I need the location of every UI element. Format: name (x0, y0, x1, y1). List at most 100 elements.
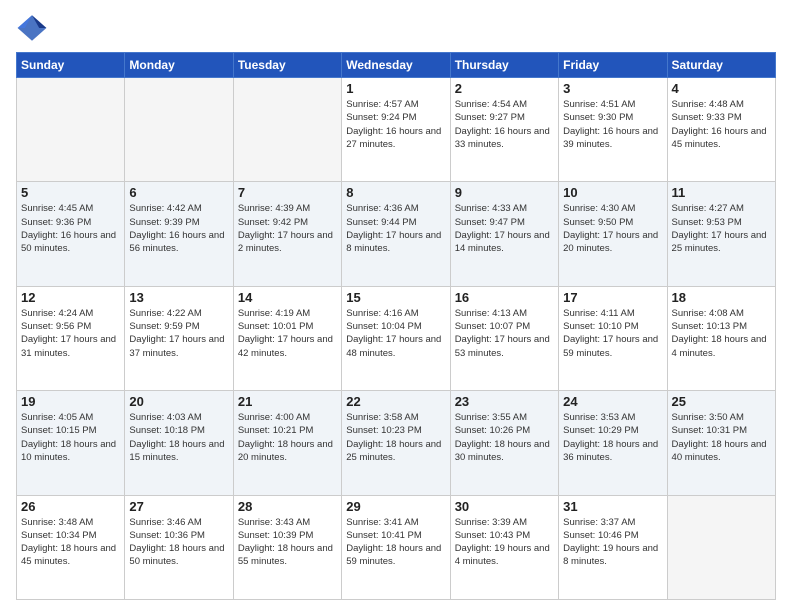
day-number: 13 (129, 290, 228, 305)
table-row: 24Sunrise: 3:53 AMSunset: 10:29 PMDaylig… (559, 391, 667, 495)
day-info: Sunrise: 4:03 AMSunset: 10:18 PMDaylight… (129, 411, 228, 464)
table-row: 17 Sunrise: 4:11 AMSunset: 10:10 PMDaylig… (559, 286, 667, 390)
day-info: Sunrise: 4:45 AMSunset: 9:36 PMDaylight:… (21, 202, 120, 255)
table-row: 5 Sunrise: 4:45 AMSunset: 9:36 PMDaylight… (17, 182, 125, 286)
table-row (667, 495, 775, 599)
day-number: 27 (129, 499, 228, 514)
day-info: Sunrise: 4:13 AMSunset: 10:07 PMDaylight… (455, 307, 554, 360)
table-row: 31Sunrise: 3:37 AMSunset: 10:46 PMDaylig… (559, 495, 667, 599)
table-row: 30 Sunrise: 3:39 AMSunset: 10:43 PMDaylig… (450, 495, 558, 599)
day-info: Sunrise: 3:43 AMSunset: 10:39 PMDaylight… (238, 516, 337, 569)
day-number: 7 (238, 185, 337, 200)
day-info: Sunrise: 4:27 AMSunset: 9:53 PMDaylight:… (672, 202, 771, 255)
table-row: 22 Sunrise: 3:58 AMSunset: 10:23 PMDaylig… (342, 391, 450, 495)
day-number: 23 (455, 394, 554, 409)
day-number: 3 (563, 81, 662, 96)
col-tuesday: Tuesday (233, 53, 341, 78)
day-info: Sunrise: 3:46 AMSunset: 10:36 PMDaylight… (129, 516, 228, 569)
day-info: Sunrise: 4:05 AMSunset: 10:15 PMDaylight… (21, 411, 120, 464)
table-row: 3 Sunrise: 4:51 AMSunset: 9:30 PMDaylight… (559, 78, 667, 182)
table-row: 27 Sunrise: 3:46 AMSunset: 10:36 PMDaylig… (125, 495, 233, 599)
day-number: 1 (346, 81, 445, 96)
logo-icon (16, 12, 48, 44)
table-row: 6 Sunrise: 4:42 AMSunset: 9:39 PMDaylight… (125, 182, 233, 286)
day-number: 12 (21, 290, 120, 305)
day-number: 28 (238, 499, 337, 514)
day-number: 20 (129, 394, 228, 409)
table-row: 4 Sunrise: 4:48 AMSunset: 9:33 PMDaylight… (667, 78, 775, 182)
day-number: 25 (672, 394, 771, 409)
day-info: Sunrise: 4:08 AMSunset: 10:13 PMDaylight… (672, 307, 771, 360)
calendar-week-2: 12 Sunrise: 4:24 AMSunset: 9:56 PMDayligh… (17, 286, 776, 390)
day-number: 11 (672, 185, 771, 200)
day-info: Sunrise: 3:55 AMSunset: 10:26 PMDaylight… (455, 411, 554, 464)
col-friday: Friday (559, 53, 667, 78)
calendar-header-row: Sunday Monday Tuesday Wednesday Thursday… (17, 53, 776, 78)
day-number: 10 (563, 185, 662, 200)
day-info: Sunrise: 4:42 AMSunset: 9:39 PMDaylight:… (129, 202, 228, 255)
day-info: Sunrise: 4:36 AMSunset: 9:44 PMDaylight:… (346, 202, 445, 255)
table-row: 21Sunrise: 4:00 AMSunset: 10:21 PMDaylig… (233, 391, 341, 495)
col-wednesday: Wednesday (342, 53, 450, 78)
day-info: Sunrise: 4:19 AMSunset: 10:01 PMDaylight… (238, 307, 337, 360)
table-row (17, 78, 125, 182)
calendar-week-3: 19 Sunrise: 4:05 AMSunset: 10:15 PMDaylig… (17, 391, 776, 495)
table-row: 16 Sunrise: 4:13 AMSunset: 10:07 PMDaylig… (450, 286, 558, 390)
col-thursday: Thursday (450, 53, 558, 78)
table-row: 1Sunrise: 4:57 AMSunset: 9:24 PMDaylight… (342, 78, 450, 182)
day-number: 16 (455, 290, 554, 305)
col-saturday: Saturday (667, 53, 775, 78)
day-number: 22 (346, 394, 445, 409)
day-info: Sunrise: 4:16 AMSunset: 10:04 PMDaylight… (346, 307, 445, 360)
logo (16, 12, 48, 44)
calendar-week-4: 26 Sunrise: 3:48 AMSunset: 10:34 PMDaylig… (17, 495, 776, 599)
day-number: 29 (346, 499, 445, 514)
day-info: Sunrise: 3:41 AMSunset: 10:41 PMDaylight… (346, 516, 445, 569)
col-monday: Monday (125, 53, 233, 78)
day-info: Sunrise: 3:50 AMSunset: 10:31 PMDaylight… (672, 411, 771, 464)
day-number: 4 (672, 81, 771, 96)
day-number: 30 (455, 499, 554, 514)
day-info: Sunrise: 4:54 AMSunset: 9:27 PMDaylight:… (455, 98, 554, 151)
table-row: 29 Sunrise: 3:41 AMSunset: 10:41 PMDaylig… (342, 495, 450, 599)
calendar-week-1: 5 Sunrise: 4:45 AMSunset: 9:36 PMDaylight… (17, 182, 776, 286)
table-row: 2 Sunrise: 4:54 AMSunset: 9:27 PMDaylight… (450, 78, 558, 182)
day-info: Sunrise: 4:51 AMSunset: 9:30 PMDaylight:… (563, 98, 662, 151)
table-row: 28 Sunrise: 3:43 AMSunset: 10:39 PMDaylig… (233, 495, 341, 599)
table-row: 12 Sunrise: 4:24 AMSunset: 9:56 PMDayligh… (17, 286, 125, 390)
table-row: 9 Sunrise: 4:33 AMSunset: 9:47 PMDaylight… (450, 182, 558, 286)
table-row (233, 78, 341, 182)
day-info: Sunrise: 3:53 AMSunset: 10:29 PMDaylight… (563, 411, 662, 464)
day-number: 26 (21, 499, 120, 514)
table-row: 18 Sunrise: 4:08 AMSunset: 10:13 PMDaylig… (667, 286, 775, 390)
day-info: Sunrise: 4:11 AMSunset: 10:10 PMDaylight… (563, 307, 662, 360)
day-number: 18 (672, 290, 771, 305)
day-info: Sunrise: 4:48 AMSunset: 9:33 PMDaylight:… (672, 98, 771, 151)
day-number: 6 (129, 185, 228, 200)
table-row: 15 Sunrise: 4:16 AMSunset: 10:04 PMDaylig… (342, 286, 450, 390)
table-row: 11 Sunrise: 4:27 AMSunset: 9:53 PMDayligh… (667, 182, 775, 286)
day-number: 19 (21, 394, 120, 409)
table-row: 7Sunrise: 4:39 AMSunset: 9:42 PMDaylight… (233, 182, 341, 286)
day-number: 15 (346, 290, 445, 305)
table-row: 14Sunrise: 4:19 AMSunset: 10:01 PMDaylig… (233, 286, 341, 390)
page: Sunday Monday Tuesday Wednesday Thursday… (0, 0, 792, 612)
table-row: 20 Sunrise: 4:03 AMSunset: 10:18 PMDaylig… (125, 391, 233, 495)
day-info: Sunrise: 4:24 AMSunset: 9:56 PMDaylight:… (21, 307, 120, 360)
day-number: 2 (455, 81, 554, 96)
table-row: 10Sunrise: 4:30 AMSunset: 9:50 PMDayligh… (559, 182, 667, 286)
table-row: 13Sunrise: 4:22 AMSunset: 9:59 PMDayligh… (125, 286, 233, 390)
day-number: 9 (455, 185, 554, 200)
day-number: 8 (346, 185, 445, 200)
day-info: Sunrise: 3:39 AMSunset: 10:43 PMDaylight… (455, 516, 554, 569)
header (16, 12, 776, 44)
day-info: Sunrise: 3:58 AMSunset: 10:23 PMDaylight… (346, 411, 445, 464)
day-number: 5 (21, 185, 120, 200)
table-row: 23 Sunrise: 3:55 AMSunset: 10:26 PMDaylig… (450, 391, 558, 495)
table-row: 19 Sunrise: 4:05 AMSunset: 10:15 PMDaylig… (17, 391, 125, 495)
day-number: 21 (238, 394, 337, 409)
calendar-week-0: 1Sunrise: 4:57 AMSunset: 9:24 PMDaylight… (17, 78, 776, 182)
day-number: 17 (563, 290, 662, 305)
day-info: Sunrise: 4:33 AMSunset: 9:47 PMDaylight:… (455, 202, 554, 255)
day-info: Sunrise: 3:48 AMSunset: 10:34 PMDaylight… (21, 516, 120, 569)
